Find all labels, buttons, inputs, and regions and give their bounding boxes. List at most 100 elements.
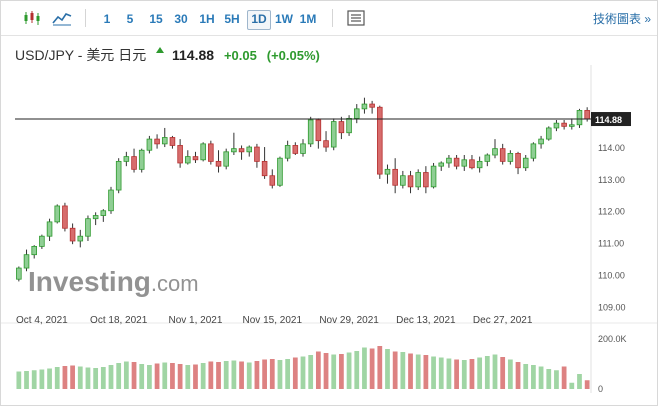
- candle-body: [469, 159, 475, 169]
- candle-body: [484, 154, 491, 162]
- candle-body: [407, 175, 414, 188]
- candle-body: [377, 106, 383, 175]
- candle-body: [307, 119, 314, 145]
- candle-body: [492, 148, 498, 156]
- volume-bar: [431, 356, 436, 389]
- volume-bar: [285, 359, 291, 389]
- current-price-label: 114.88: [595, 115, 622, 125]
- volume-bar: [39, 369, 45, 389]
- volume-bar: [108, 365, 114, 389]
- candle-body: [215, 160, 222, 167]
- volume-bar: [408, 353, 413, 389]
- volume-bar: [47, 368, 52, 389]
- candle-body: [231, 148, 237, 153]
- candle-body: [200, 143, 206, 161]
- volume-bar: [415, 354, 421, 389]
- volume-bar: [385, 349, 390, 389]
- x-tick-label: Nov 15, 2021: [243, 315, 303, 326]
- candle-body: [269, 175, 276, 186]
- candle-body: [92, 215, 99, 220]
- volume-bar: [523, 364, 529, 389]
- volume-tick-label: 0: [598, 384, 603, 394]
- volume-bar: [500, 357, 506, 389]
- volume-bar: [100, 367, 106, 389]
- y-tick-label: 113.00: [598, 175, 625, 185]
- candle-body: [453, 157, 460, 167]
- candle-body: [446, 157, 452, 164]
- volume-bar: [208, 361, 214, 389]
- volume-bar: [31, 370, 37, 389]
- y-tick-label: 110.00: [598, 270, 625, 280]
- candle-body: [292, 145, 299, 154]
- candle-body: [246, 146, 253, 153]
- candle-body: [62, 205, 68, 229]
- x-tick-label: Oct 4, 2021: [16, 315, 68, 326]
- volume-bar: [154, 363, 160, 389]
- volume-bar: [123, 361, 129, 389]
- candle-body: [423, 172, 429, 188]
- volume-bar: [346, 352, 352, 389]
- volume-bar: [254, 361, 260, 389]
- volume-bar: [569, 382, 575, 389]
- volume-bar: [461, 360, 467, 389]
- candle-body: [169, 137, 176, 146]
- candle-body: [476, 160, 483, 169]
- candle-body: [277, 157, 283, 186]
- volume-bar: [423, 355, 429, 389]
- volume-bar: [277, 360, 283, 389]
- candle-body: [39, 235, 45, 247]
- x-tick-label: Nov 29, 2021: [319, 315, 379, 326]
- volume-bar: [584, 380, 590, 389]
- candle-body: [323, 140, 329, 148]
- volume-bar: [16, 371, 22, 389]
- candle-body: [177, 145, 183, 164]
- volume-bar: [231, 360, 237, 389]
- y-tick-label: 111.00: [598, 239, 624, 249]
- volume-bar: [292, 357, 298, 389]
- volume-bar: [193, 364, 198, 389]
- candle-body: [154, 138, 160, 145]
- volume-bar: [538, 366, 544, 389]
- candle-body: [115, 160, 122, 191]
- candle-body: [392, 168, 398, 186]
- watermark-logo: Investing.com: [28, 266, 199, 297]
- candle-body: [515, 153, 521, 169]
- volume-bar: [131, 362, 137, 389]
- volume-bar: [262, 359, 267, 389]
- candle-body: [284, 145, 291, 159]
- candle-body: [430, 165, 437, 188]
- volume-bar: [24, 371, 29, 389]
- candle-body: [353, 108, 360, 119]
- candle-body: [123, 156, 130, 162]
- candle-body: [530, 143, 537, 159]
- volume-bar: [477, 357, 483, 389]
- x-tick-label: Oct 18, 2021: [90, 315, 148, 326]
- candle-body: [438, 162, 445, 167]
- volume-bar: [315, 351, 321, 389]
- candle-body: [553, 122, 560, 129]
- volume-bar: [484, 356, 490, 389]
- volume-bar: [308, 355, 314, 389]
- volume-bar: [515, 362, 521, 389]
- candle-body: [461, 159, 468, 167]
- candle-body: [77, 235, 84, 242]
- x-tick-label: Nov 1, 2021: [169, 315, 223, 326]
- x-tick-label: Dec 27, 2021: [473, 315, 533, 326]
- volume-bar: [70, 365, 75, 389]
- volume-tick-label: 200.0K: [598, 334, 627, 344]
- volume-bar: [369, 348, 375, 389]
- volume-bar: [162, 362, 168, 389]
- volume-bar: [323, 353, 329, 389]
- candle-body: [369, 103, 375, 108]
- volume-bar: [438, 357, 444, 389]
- candle-body: [261, 160, 268, 177]
- candle-body: [561, 122, 567, 127]
- candle-body: [238, 148, 245, 153]
- candle-body: [108, 189, 114, 212]
- candle-body: [415, 172, 421, 188]
- volume-bar: [507, 359, 513, 389]
- volume-bar: [200, 363, 206, 389]
- volume-bar: [339, 354, 344, 389]
- volume-bar: [223, 361, 229, 389]
- volume-bar: [362, 347, 367, 389]
